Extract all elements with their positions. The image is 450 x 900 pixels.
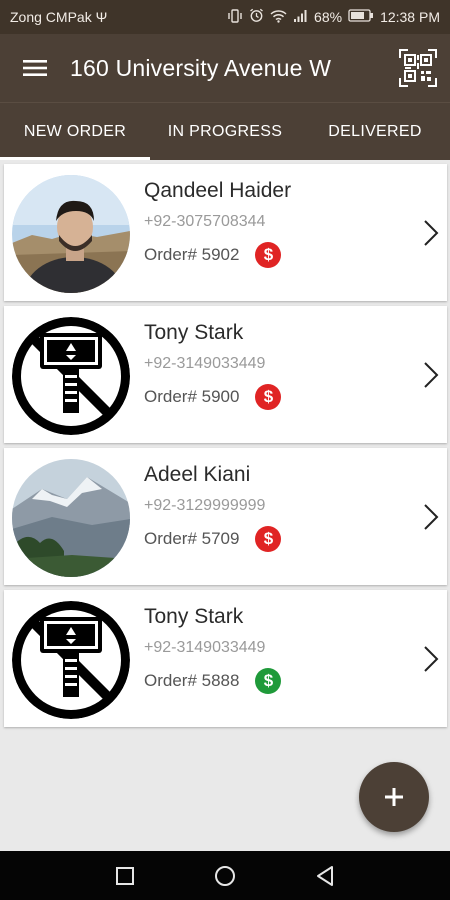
avatar xyxy=(12,601,130,719)
menu-button[interactable] xyxy=(0,34,70,102)
back-triangle-icon xyxy=(317,865,333,886)
recents-square-icon xyxy=(116,866,134,885)
alarm-icon xyxy=(249,8,264,26)
dollar-icon: $ xyxy=(255,384,282,410)
customer-name: Tony Stark xyxy=(144,321,244,344)
customer-name: Tony Stark xyxy=(144,605,244,628)
order-card[interactable]: Adeel Kiani +92-3129999999 Order# 5709 $ xyxy=(4,448,447,585)
home-circle-icon xyxy=(215,865,235,886)
order-number-label: Order# 5900 xyxy=(144,387,240,406)
home-button[interactable] xyxy=(175,865,275,887)
order-number: Order# 5900 $ xyxy=(144,384,282,410)
customer-name: Adeel Kiani xyxy=(144,463,251,486)
chevron-right-icon xyxy=(424,362,439,388)
order-number: Order# 5709 $ xyxy=(144,526,282,552)
order-number: Order# 5888 $ xyxy=(144,668,282,694)
order-card[interactable]: Qandeel Haider +92-3075708344 Order# 590… xyxy=(4,164,447,301)
customer-phone: +92-3149033449 xyxy=(144,355,266,372)
qr-code-scan-icon xyxy=(399,49,437,87)
wifi-icon xyxy=(270,9,287,26)
dollar-icon: $ xyxy=(255,668,282,694)
tab-delivered[interactable]: DELIVERED xyxy=(300,103,450,160)
customer-phone: +92-3075708344 xyxy=(144,213,266,230)
status-bar: Zong CMPak Ψ 68% 12:38 PM xyxy=(0,0,450,34)
back-button[interactable] xyxy=(275,865,375,887)
order-number-label: Order# 5709 xyxy=(144,529,240,548)
recents-button[interactable] xyxy=(75,866,175,886)
app-bar: 160 University Avenue W xyxy=(0,34,450,102)
tab-in-progress[interactable]: IN PROGRESS xyxy=(150,103,300,160)
add-order-button[interactable] xyxy=(359,762,429,832)
tab-new-order[interactable]: NEW ORDER xyxy=(0,103,150,160)
chevron-right-icon xyxy=(424,646,439,672)
chevron-right-icon xyxy=(424,220,439,246)
battery-percent: 68% xyxy=(314,9,343,25)
customer-phone: +92-3149033449 xyxy=(144,639,266,656)
order-number-label: Order# 5888 xyxy=(144,671,240,690)
avatar xyxy=(12,459,130,577)
chevron-right-icon xyxy=(424,504,439,530)
order-card[interactable]: Tony Stark +92-3149033449 Order# 5900 $ xyxy=(4,306,447,443)
signal-icon xyxy=(293,9,308,26)
status-icons: 68% 12:38 PM xyxy=(227,8,440,26)
dollar-icon: $ xyxy=(255,242,282,268)
qr-scan-button[interactable] xyxy=(386,34,450,102)
battery-icon xyxy=(348,9,374,25)
order-number: Order# 5902 $ xyxy=(144,242,282,268)
carrier-label: Zong CMPak Ψ xyxy=(10,9,108,25)
customer-name: Qandeel Haider xyxy=(144,179,292,202)
order-card[interactable]: Tony Stark +92-3149033449 Order# 5888 $ xyxy=(4,590,447,727)
customer-phone: +92-3129999999 xyxy=(144,497,266,514)
system-nav-bar xyxy=(0,851,450,900)
order-tabs: NEW ORDER IN PROGRESS DELIVERED xyxy=(0,102,450,160)
clock: 12:38 PM xyxy=(380,9,440,25)
vibrate-icon xyxy=(227,8,243,26)
order-number-label: Order# 5902 xyxy=(144,245,240,264)
avatar xyxy=(12,175,130,293)
hamburger-menu-icon xyxy=(23,60,47,76)
add-icon xyxy=(385,788,403,806)
page-title: 160 University Avenue W xyxy=(70,54,332,81)
dollar-icon: $ xyxy=(255,526,282,552)
avatar xyxy=(12,317,130,435)
